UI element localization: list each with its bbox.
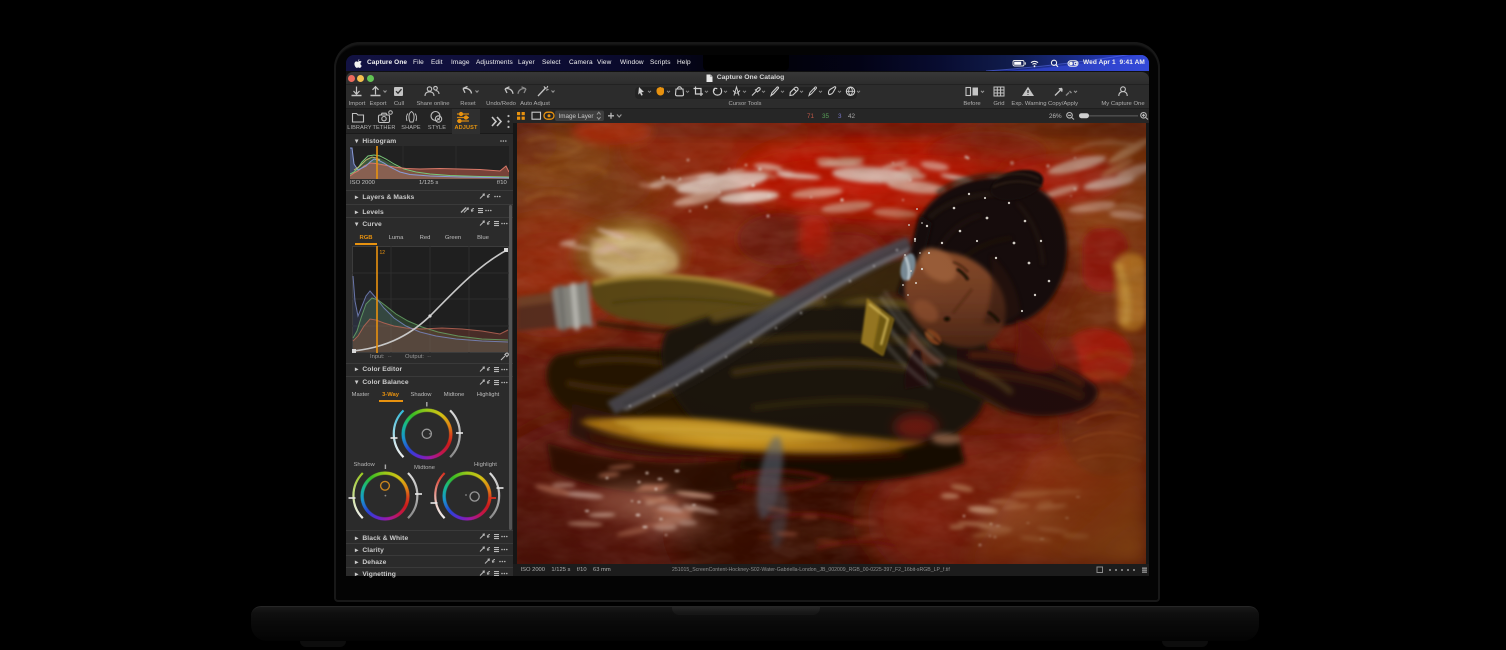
svg-text:42: 42: [848, 113, 856, 120]
svg-text:35: 35: [822, 113, 830, 120]
svg-text:Image Layer: Image Layer: [559, 113, 594, 120]
svg-text:71: 71: [807, 113, 815, 120]
svg-text:26%: 26%: [1049, 113, 1062, 120]
svg-text:12: 12: [380, 250, 386, 256]
svg-text:3: 3: [838, 113, 842, 120]
